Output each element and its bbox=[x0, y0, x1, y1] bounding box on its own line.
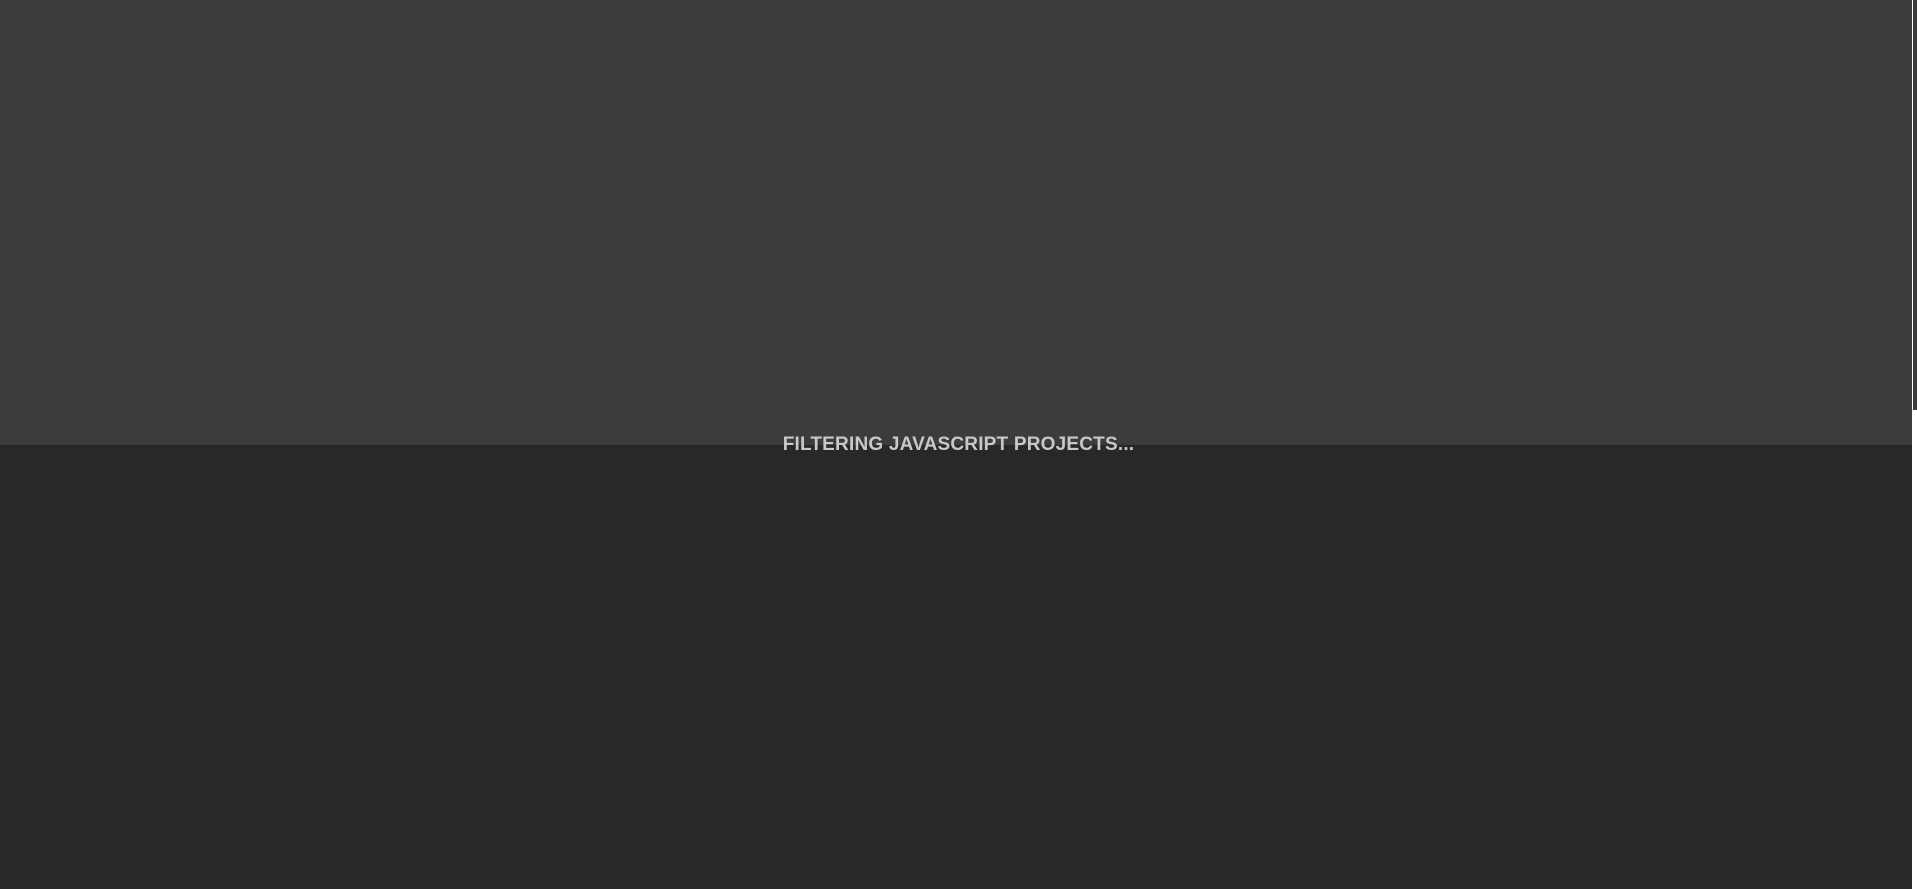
loading-overlay: FILTERING JAVASCRIPT PROJECTS... bbox=[0, 0, 1917, 889]
scrollbar-thumb[interactable] bbox=[1913, 0, 1917, 410]
loading-message: FILTERING JAVASCRIPT PROJECTS... bbox=[782, 434, 1135, 455]
top-panel bbox=[0, 0, 1917, 445]
bottom-panel bbox=[0, 445, 1917, 889]
